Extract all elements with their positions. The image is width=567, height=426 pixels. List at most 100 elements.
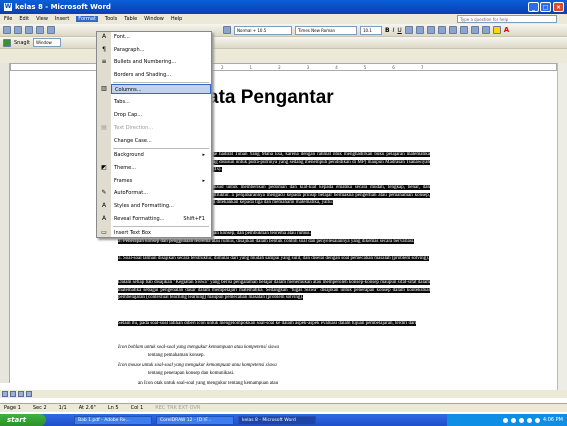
font-size-select[interactable]: 10.1 [360, 25, 382, 35]
menu-item-text-direction[interactable]: Text Direction... [111, 123, 211, 133]
menu-item-styles[interactable]: Styles and Formatting... [111, 201, 211, 211]
align-right-icon[interactable] [426, 26, 435, 34]
icon-line-1b: tentang pemahaman konsep. [148, 353, 205, 358]
menu-item-insert-text-box[interactable]: Insert Text Box [111, 228, 211, 238]
submenu-arrow-icon: ▸ [202, 178, 205, 184]
formatting-icon[interactable] [223, 26, 231, 34]
tray-icon[interactable] [510, 417, 516, 423]
status-line: Ln 5 [107, 405, 119, 411]
status-at: At 2.6" [78, 405, 96, 411]
status-bar: Page 1 Sec 2 1/1 At 2.6" Ln 5 Col 1 REC … [0, 403, 567, 412]
print-icon[interactable] [47, 26, 55, 34]
menu-item-tabs[interactable]: Tabs... [111, 97, 211, 107]
tray-icon[interactable] [526, 417, 532, 423]
align-center-icon[interactable] [415, 26, 424, 34]
selected-text: Selain itu, pada soal-soal latihan diber… [118, 321, 417, 326]
outline-view-icon[interactable] [26, 391, 32, 397]
web-view-icon[interactable] [10, 391, 16, 397]
menu-item-bullets[interactable]: Bullets and Numbering... [111, 57, 211, 67]
italic-icon[interactable]: I [393, 27, 395, 34]
border-icon[interactable] [481, 26, 490, 34]
menu-item-autoformat[interactable]: AutoFormat... [111, 188, 211, 198]
toolbar-spacer [0, 49, 567, 63]
window-title: kelas 8 - Microsoft Word [15, 3, 111, 11]
menu-view[interactable]: View [36, 16, 48, 22]
paragraph-2: maksud untuk memberikan pedoman dan kiat… [208, 184, 430, 207]
permission-icon[interactable] [36, 26, 44, 34]
selected-text: n ke hadirat Tuhan Yang Maha Esa, karena… [208, 152, 430, 172]
status-position: 1/1 [58, 405, 67, 411]
taskbar-item-adobe[interactable]: Bab 1.pdf - Adobe Re... [74, 415, 152, 425]
style-select[interactable]: Normal + 10.5 [234, 25, 292, 35]
menu-edit[interactable]: Edit [19, 16, 29, 22]
menu-format[interactable]: Format [76, 16, 98, 22]
theme-icon: ◩ [101, 164, 107, 171]
menu-item-reveal-formatting[interactable]: Reveal Formatting... Shift+F1 [111, 214, 211, 224]
status-column: Col 1 [130, 405, 144, 411]
tray-icon[interactable] [518, 417, 524, 423]
print-view-icon[interactable] [18, 391, 24, 397]
clock[interactable]: 4:06 PM [543, 417, 563, 423]
menu-item-frames[interactable]: Frames ▸ [111, 176, 211, 186]
menu-item-change-case[interactable]: Change Case... [111, 136, 211, 146]
autoformat-icon: ✎ [101, 189, 107, 196]
highlight-icon[interactable] [492, 26, 501, 34]
open-icon[interactable] [14, 26, 22, 34]
menu-table[interactable]: Table [124, 16, 137, 22]
styles-icon: A [101, 202, 107, 209]
align-left-icon[interactable] [404, 26, 413, 34]
icon-line-1: Icon bohlam untuk soal-soal yang menguku… [118, 345, 279, 350]
bold-icon[interactable]: B [385, 27, 390, 34]
menu-insert[interactable]: Insert [55, 16, 69, 22]
font-icon: A [101, 33, 107, 40]
menu-item-columns[interactable]: Columns... [111, 84, 211, 94]
menu-item-drop-cap[interactable]: Drop Cap... [111, 110, 211, 120]
new-icon[interactable] [3, 26, 11, 34]
save-icon[interactable] [25, 26, 33, 34]
taskbar-item-coreldraw[interactable]: CorelDRAW 12 - [D:\F... [156, 415, 234, 425]
selected-text: aman konsep, dan pembuktian teorema atau… [208, 231, 311, 236]
list-item-2: 2. Penerapan konsep dan penggunaan teore… [118, 238, 430, 246]
menu-window[interactable]: Window [144, 16, 164, 22]
columns-icon: ▥ [101, 85, 107, 92]
status-section: Sec 2 [32, 405, 47, 411]
help-search-input[interactable]: Type a question for help [457, 15, 557, 23]
tray-icon[interactable] [502, 417, 508, 423]
taskbar: start Bab 1.pdf - Adobe Re... CorelDRAW … [0, 414, 567, 426]
menu-tools[interactable]: Tools [105, 16, 117, 22]
snagit-window-select[interactable]: Window [33, 38, 62, 47]
normal-view-icon[interactable] [2, 391, 8, 397]
list-item-1: aman konsep, dan pembuktian teorema atau… [208, 230, 430, 238]
menu-file[interactable]: File [4, 16, 12, 22]
horizontal-ruler[interactable]: 21234567 [10, 63, 557, 71]
menu-item-font[interactable]: Font... [111, 32, 211, 42]
word-icon: W [4, 3, 12, 11]
selected-text: Dalam setiap bab disajikan "Kegiatan Sis… [118, 280, 430, 300]
tray-icon[interactable] [534, 417, 540, 423]
bullets-icon[interactable] [459, 26, 468, 34]
font-color-icon[interactable]: A [504, 26, 509, 34]
submenu-arrow-icon: ▸ [202, 152, 205, 158]
reveal-formatting-icon: A [101, 215, 107, 222]
indent-icon[interactable] [470, 26, 479, 34]
menu-item-background[interactable]: Background ▸ [111, 150, 211, 160]
bullets-icon: ≡ [101, 58, 107, 65]
text-box-icon: ▭ [101, 229, 107, 236]
start-button[interactable]: start [0, 414, 46, 426]
minimize-button[interactable]: _ [528, 2, 539, 12]
snagit-label[interactable]: SnagIt [14, 40, 30, 46]
menu-help[interactable]: Help [171, 16, 182, 22]
close-button[interactable]: × [553, 2, 564, 12]
numbering-icon[interactable] [448, 26, 457, 34]
taskbar-item-word[interactable]: kelas 8 - Microsoft Word [238, 415, 316, 425]
icon-line-2b: tentang penerapan konsep dan komunikasi. [148, 371, 235, 376]
font-select[interactable]: Times New Roman [295, 25, 357, 35]
menu-item-paragraph[interactable]: Paragraph... [111, 45, 211, 55]
underline-icon[interactable]: U [397, 27, 401, 34]
menu-item-borders[interactable]: Borders and Shading... [111, 70, 211, 80]
justify-icon[interactable] [437, 26, 446, 34]
menu-item-theme[interactable]: Theme... [111, 163, 211, 173]
maximize-button[interactable]: □ [540, 2, 551, 12]
paragraph-icon: ¶ [102, 46, 106, 53]
vertical-scrollbar[interactable] [557, 63, 567, 390]
